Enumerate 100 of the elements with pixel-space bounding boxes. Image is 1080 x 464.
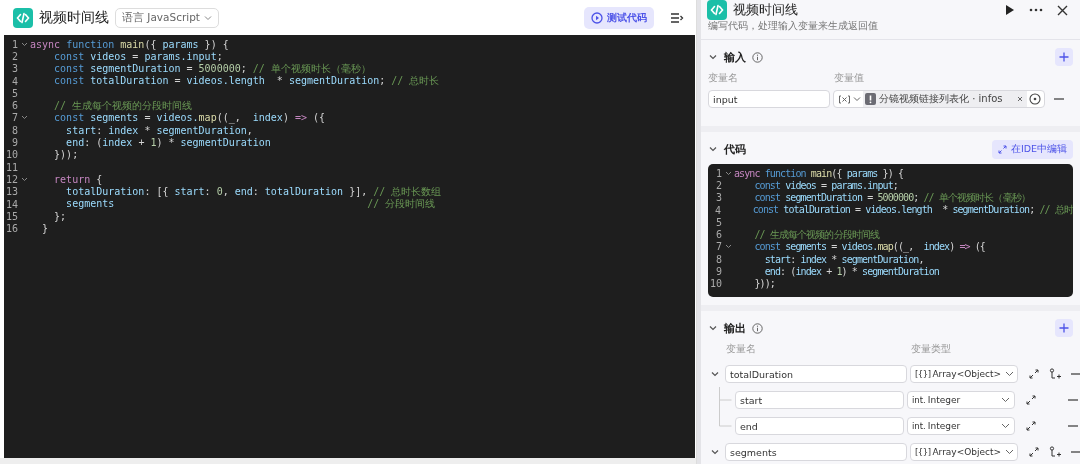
variable-name-field[interactable]: end: [735, 417, 904, 435]
section-title: 代码: [724, 141, 746, 157]
editor-title: 视频时间线: [39, 8, 109, 27]
chevron-icon[interactable]: [708, 323, 718, 333]
code-icon: [13, 7, 33, 28]
line-number: 3: [714, 192, 722, 204]
code-line: const segments = videos.map((_, index) => ({: [753, 241, 985, 253]
variable-name-field[interactable]: start: [735, 391, 904, 409]
code-editor[interactable]: [4, 35, 695, 458]
fold-icon[interactable]: [20, 115, 28, 121]
code-line: end: (index + 1) * segmentDuration: [763, 266, 939, 277]
code-line: };: [53, 210, 67, 222]
line-number: 6: [10, 100, 18, 112]
line-number: 1: [714, 167, 722, 179]
line-number: 16: [4, 223, 18, 235]
play-icon: [591, 11, 603, 24]
section-title: 输出: [724, 320, 746, 336]
test-code-button[interactable]: 测试代码: [584, 6, 654, 29]
line-number: 13: [4, 186, 18, 198]
variable-name-field[interactable]: totalDuration: [725, 365, 907, 383]
code-line: start: index * segmentDuration,: [65, 124, 253, 136]
reference-chip[interactable]: 分镜视频链接列表化 · infos: [863, 91, 1027, 107]
more-icon[interactable]: [1029, 8, 1043, 12]
warning-icon: [865, 93, 876, 105]
line-number: 14: [4, 198, 18, 210]
node-description: 编写代码，处理输入变量来生成返回值: [701, 20, 1080, 40]
code-line: const totalDuration = videos.length * segmentDuration; // 总时: [751, 203, 1073, 218]
fold-icon[interactable]: [20, 176, 28, 182]
column-header: 变量类型: [911, 343, 951, 356]
target-icon[interactable]: [1029, 93, 1041, 105]
line-number: 6: [714, 229, 722, 241]
line-number: 8: [714, 253, 722, 265]
fold-icon[interactable]: [724, 170, 732, 176]
code-line: const segmentDuration = 5000000; // 单个视频时长（毫秒）: [53, 62, 371, 76]
info-icon[interactable]: [752, 322, 763, 334]
chevron-icon[interactable]: [708, 52, 718, 62]
type-dropdown[interactable]: int. Integer: [907, 391, 1015, 409]
code-line: segments // 分段时间线: [65, 197, 436, 211]
variable-name-field[interactable]: segments: [725, 443, 907, 461]
add-child-icon[interactable]: [1049, 368, 1061, 380]
add-child-icon[interactable]: [1049, 446, 1061, 458]
run-icon[interactable]: [1005, 4, 1015, 16]
code-line: async function main({ params }) {: [30, 38, 229, 50]
expand-icon[interactable]: [1029, 447, 1039, 457]
line-number: 2: [10, 50, 18, 62]
edit-in-ide-button[interactable]: 在IDE中编辑: [991, 139, 1073, 159]
plus-icon: [1059, 52, 1069, 62]
expand-icon: [997, 144, 1007, 154]
section-title: 输入: [724, 49, 746, 65]
code-line: start: index * segmentDuration,: [763, 253, 924, 265]
expand-icon[interactable]: [1029, 369, 1039, 379]
plus-icon: [1059, 323, 1069, 333]
chevron-icon[interactable]: [708, 144, 718, 154]
variable-name-field[interactable]: input: [708, 90, 830, 108]
caret-icon: [1001, 423, 1010, 429]
code-line: return {: [53, 173, 103, 185]
column-header: 变量值: [834, 72, 864, 85]
chevron-icon[interactable]: [710, 369, 720, 379]
type-dropdown[interactable]: [{}] Array<Object>: [910, 365, 1018, 383]
fold-icon[interactable]: [20, 41, 28, 47]
caret-icon: [1005, 371, 1015, 377]
code-line: }));: [53, 149, 79, 161]
close-icon[interactable]: [1057, 4, 1068, 16]
code-line: const segmentDuration = 5000000; // 单个视频时长（毫秒）: [753, 191, 1030, 205]
line-number: 15: [4, 210, 18, 222]
chevron-icon[interactable]: [710, 447, 720, 457]
line-number: 4: [10, 75, 18, 87]
line-number: 11: [4, 161, 18, 173]
expand-icon[interactable]: [1026, 395, 1036, 405]
code-line: end: (index + 1) * segmentDuration: [65, 137, 271, 148]
collapse-menu-icon[interactable]: [670, 11, 684, 24]
expand-icon[interactable]: [1026, 421, 1036, 431]
code-line: const videos = params.input;: [53, 50, 223, 62]
code-preview[interactable]: [708, 164, 1073, 297]
code-line: async function main({ params }) {: [734, 167, 904, 179]
type-dropdown[interactable]: [{}] Array<Object>: [910, 443, 1018, 461]
line-number: 12: [4, 173, 18, 185]
line-number: 10: [4, 149, 18, 161]
column-header: 变量名: [708, 72, 739, 85]
caret-icon: [204, 14, 212, 21]
remove-icon[interactable]: [1017, 96, 1023, 102]
code-line: // 生成每个视频的分段时间线: [753, 227, 880, 242]
language-dropdown[interactable]: 语言 JavaScript: [115, 7, 219, 28]
code-line: totalDuration: [{ start: 0, end: totalDuration }], // 总时长数组: [65, 185, 442, 199]
fold-icon[interactable]: [724, 244, 732, 250]
add-button[interactable]: [1055, 48, 1073, 66]
line-number: 10: [708, 278, 722, 290]
line-number: 5: [714, 216, 722, 228]
reference-icon[interactable]: [838, 94, 851, 104]
node-title: 视频时间线: [733, 1, 798, 19]
code-line: const videos = params.input;: [753, 179, 898, 191]
code-line: }: [41, 223, 49, 235]
line-number: 7: [714, 241, 722, 253]
line-number: 8: [10, 124, 18, 136]
code-line: // 生成每个视频的分段时间线: [53, 98, 193, 113]
line-number: 7: [10, 112, 18, 124]
type-dropdown[interactable]: int. Integer: [907, 417, 1015, 435]
add-button[interactable]: [1055, 319, 1073, 337]
info-icon[interactable]: [752, 51, 763, 63]
caret-icon: [1005, 449, 1015, 455]
